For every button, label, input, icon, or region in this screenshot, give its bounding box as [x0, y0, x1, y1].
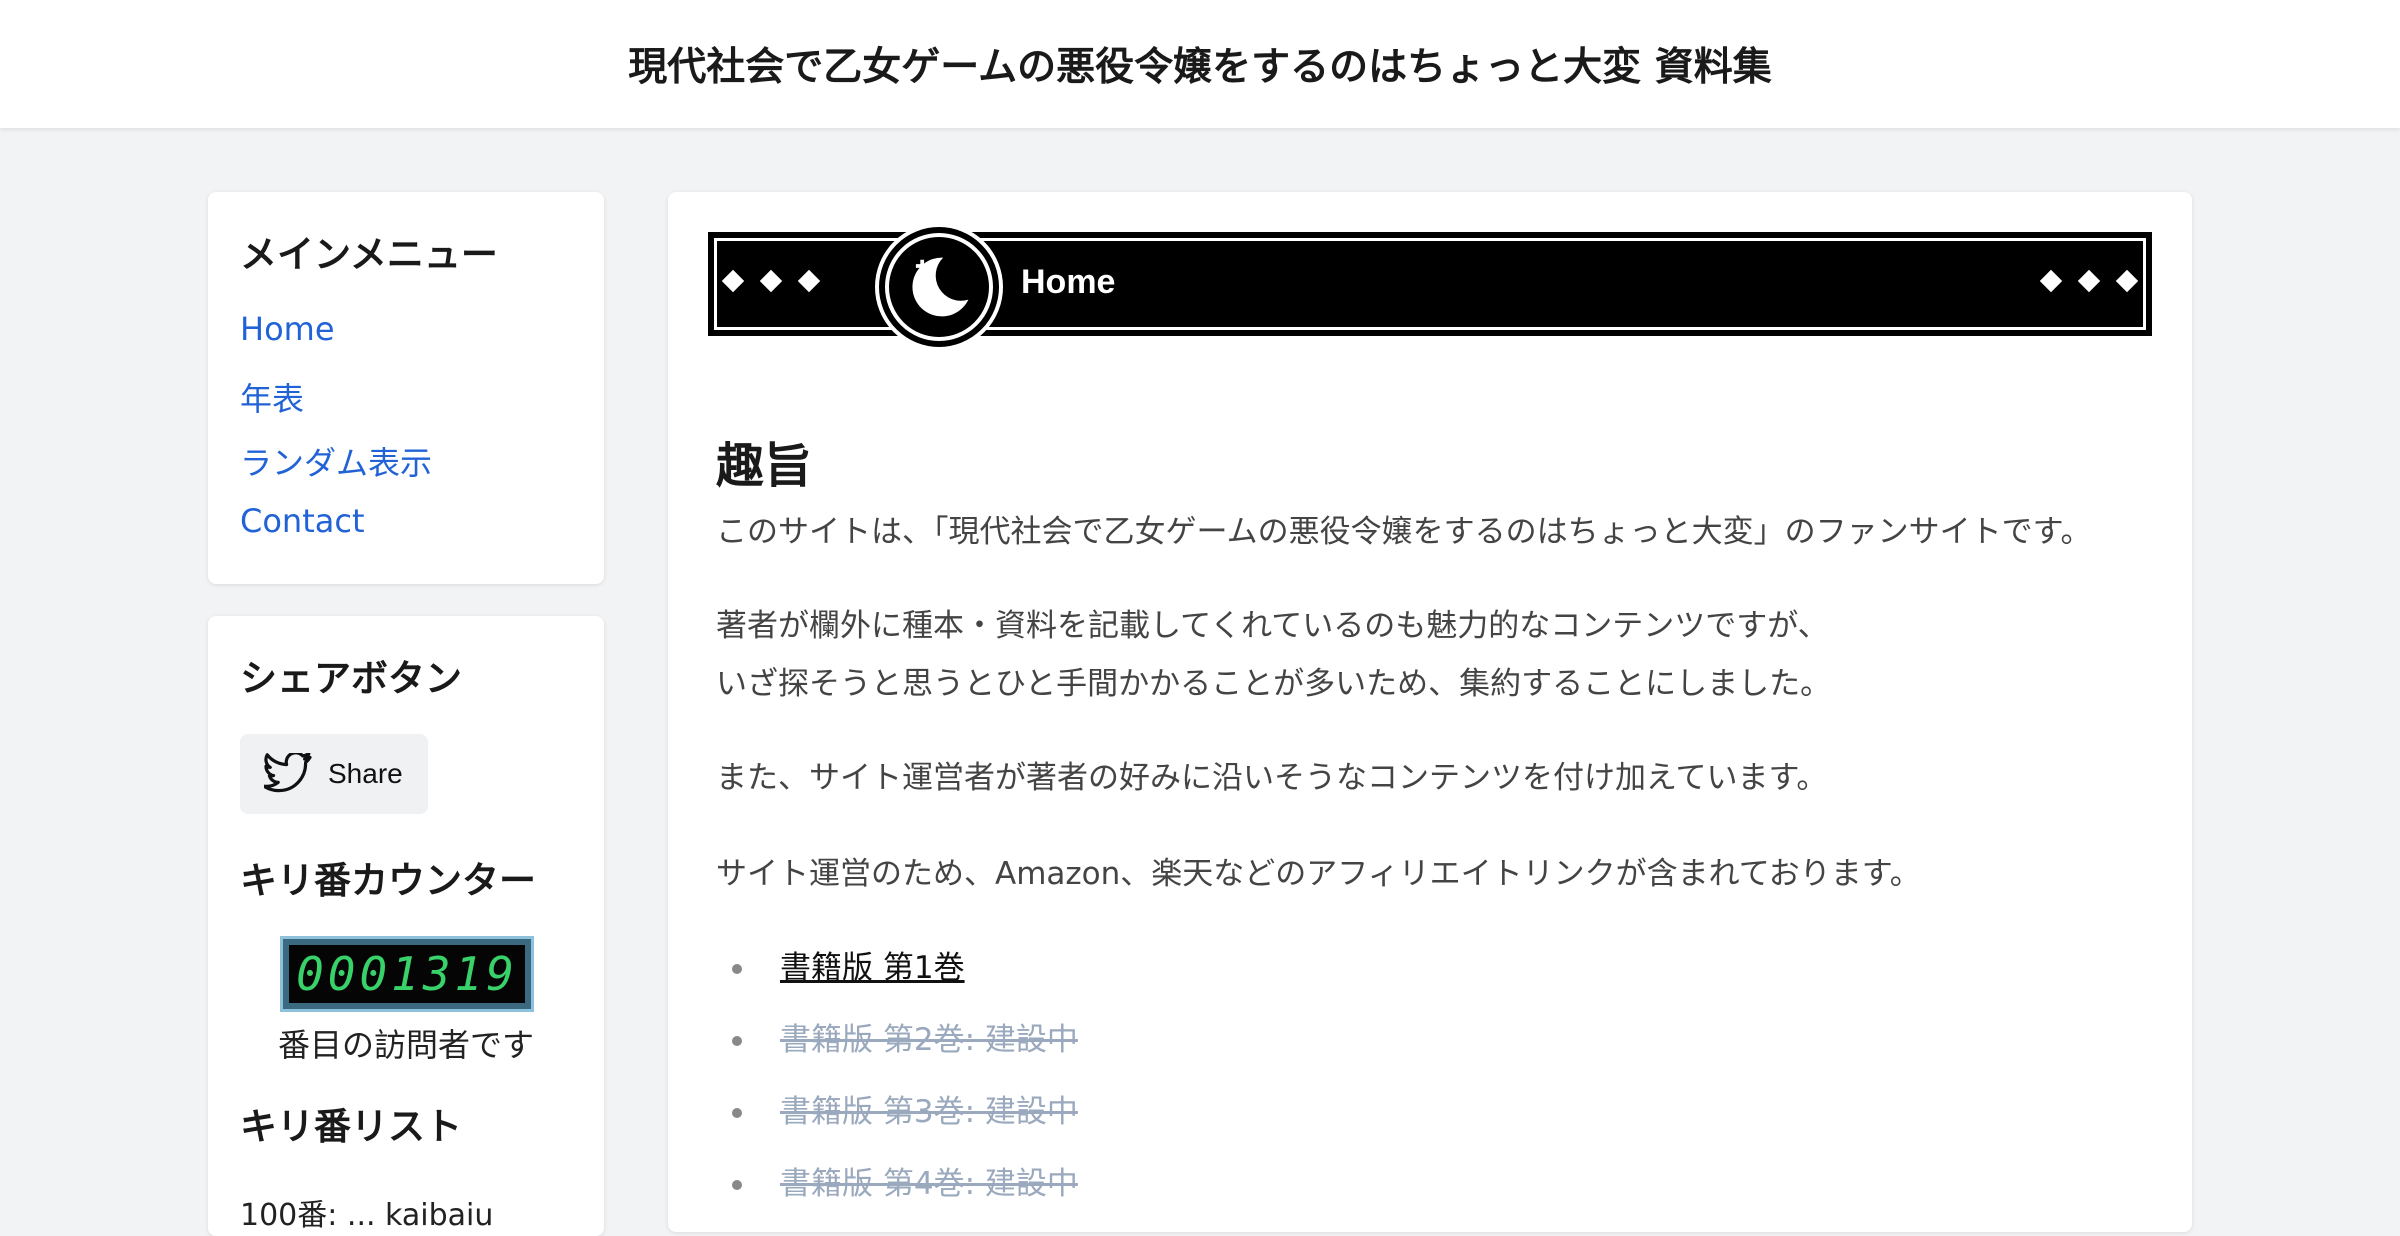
list-item: 書籍版 第1巻: [716, 940, 1078, 1012]
menu-item-home[interactable]: Home: [240, 310, 335, 348]
section-title: 趣旨: [716, 438, 813, 494]
purpose-paragraph-1: このサイトは、「現代社会で乙女ゲームの悪役令嬢をするのはちょっと大変」のファンサ…: [716, 514, 2092, 550]
counter-digits: 0001319: [289, 945, 525, 1003]
site-header: 現代社会で乙女ゲームの悪役令嬢をするのはちょっと大変 資料集: [0, 0, 2400, 128]
main-content-card: Home 趣旨 このサイトは、「現代社会で乙女ゲームの悪役令嬢をするのはちょっと…: [668, 192, 2192, 1232]
diamond-icon: [2077, 269, 2101, 293]
counter-caption: 番目の訪問者です: [277, 1026, 534, 1064]
purpose-paragraph-2a: 著者が欄外に種本・資料を記載してくれているのも魅力的なコンテンツですが、: [716, 608, 1829, 644]
diamond-icon: [759, 269, 783, 293]
book-link-volume-1[interactable]: 書籍版 第1巻: [780, 950, 965, 986]
purpose-paragraph-3: また、サイト運営者が著者の好みに沿いそうなコンテンツを付け加えています。: [716, 760, 1828, 796]
menu-item-contact[interactable]: Contact: [240, 502, 365, 540]
share-button-label: Share: [328, 758, 403, 789]
diamond-icon: [721, 269, 745, 293]
menu-item-random[interactable]: ランダム表示: [240, 438, 432, 484]
twitter-icon: [264, 753, 312, 793]
home-banner: Home: [708, 223, 2152, 351]
diamond-icon: [797, 269, 821, 293]
kiri-list-heading: キリ番リスト: [240, 1105, 462, 1148]
twitter-share-button[interactable]: Share: [240, 734, 428, 814]
share-heading: シェアボタン: [240, 657, 462, 700]
counter-heading: キリ番カウンター: [240, 859, 536, 902]
purpose-paragraph-4: サイト運営のため、Amazon、楽天などのアフィリエイトリンクが含まれております…: [716, 856, 1921, 892]
list-item: 書籍版 第3巻: 建設中: [716, 1084, 1078, 1156]
right-diamonds: [2037, 267, 2141, 295]
diamond-icon: [2115, 269, 2139, 293]
list-item: 書籍版 第4巻: 建設中: [716, 1156, 1078, 1228]
menu-heading: メインメニュー: [240, 233, 498, 276]
book-link-volume-3: 書籍版 第3巻: 建設中: [780, 1094, 1078, 1130]
moon-emblem-icon: [912, 257, 969, 317]
banner-title: Home: [1021, 263, 1116, 301]
main-menu-card: メインメニュー Home 年表 ランダム表示 Contact: [208, 192, 604, 584]
book-list: 書籍版 第1巻 書籍版 第2巻: 建設中 書籍版 第3巻: 建設中 書籍版 第4…: [716, 940, 1078, 1228]
visitor-counter: 0001319: [280, 936, 534, 1012]
book-link-volume-4: 書籍版 第4巻: 建設中: [780, 1166, 1078, 1202]
book-link-volume-2: 書籍版 第2巻: 建設中: [780, 1022, 1078, 1058]
left-diamonds: [719, 267, 823, 295]
share-card: シェアボタン Share キリ番カウンター 0001319 番目の訪問者です キ…: [208, 616, 604, 1236]
site-title: 現代社会で乙女ゲームの悪役令嬢をするのはちょっと大変 資料集: [628, 45, 1772, 90]
kiri-list-item: 100番: ... kaibaiu: [240, 1198, 494, 1233]
menu-item-timeline[interactable]: 年表: [240, 374, 304, 420]
list-item: 書籍版 第2巻: 建設中: [716, 1012, 1078, 1084]
moon-emblem: [875, 223, 1003, 351]
diamond-icon: [2039, 269, 2063, 293]
purpose-paragraph-2b: いざ探そうと思うとひと手間かかることが多いため、集約することにしました。: [716, 666, 1832, 702]
